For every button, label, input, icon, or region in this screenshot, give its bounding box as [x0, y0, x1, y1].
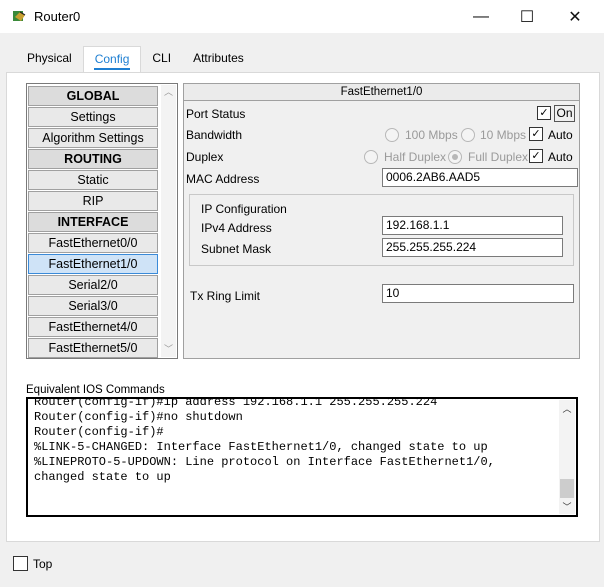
sidebar-list: GLOBAL Settings Algorithm Settings ROUTI…	[28, 85, 159, 358]
sidebar-item-algorithm-settings[interactable]: Algorithm Settings	[28, 128, 158, 148]
bandwidth-100-radio[interactable]	[385, 128, 399, 142]
tx-ring-limit-label: Tx Ring Limit	[190, 289, 261, 303]
duplex-auto-checkbox[interactable]: ✓	[529, 149, 543, 163]
ios-line: changed state to up	[34, 470, 171, 484]
bandwidth-10-radio[interactable]	[461, 128, 475, 142]
panel-title: FastEthernet1/0	[184, 84, 579, 101]
sidebar-item-fastethernet5-0[interactable]: FastEthernet5/0	[28, 338, 158, 358]
minimize-button[interactable]: —	[458, 0, 504, 33]
duplex-auto-label: Auto	[548, 150, 573, 164]
window-title: Router0	[34, 9, 81, 24]
title-bar: Router0 — ☐ ✕	[0, 0, 604, 33]
ios-line: Router(config-if)#no shutdown	[34, 410, 243, 424]
half-duplex-label: Half Duplex	[384, 150, 447, 164]
scroll-up-icon[interactable]: ︿	[559, 402, 575, 416]
sidebar-item-serial3-0[interactable]: Serial3/0	[28, 296, 158, 316]
scroll-down-icon[interactable]: ﹀	[161, 342, 176, 357]
bandwidth-auto-label: Auto	[548, 128, 573, 142]
minimize-icon: —	[473, 7, 489, 25]
ip-configuration-title: IP Configuration	[201, 202, 287, 216]
ios-console-text: Router(config-if)#ip address 192.168.1.1…	[34, 397, 495, 485]
scroll-down-icon[interactable]: ﹀	[559, 500, 575, 514]
ios-line: Router(config-if)#	[34, 425, 164, 439]
tab-attributes[interactable]: Attributes	[182, 46, 255, 72]
bandwidth-auto-checkbox[interactable]: ✓	[529, 127, 543, 141]
scroll-up-icon[interactable]: ︿	[161, 85, 176, 100]
sidebar-item-fastethernet0-0[interactable]: FastEthernet0/0	[28, 233, 158, 253]
console-scrollbar[interactable]: ︿ ﹀	[559, 400, 575, 514]
sidebar-scrollbar[interactable]: ︿ ﹀	[161, 85, 176, 357]
duplex-label: Duplex	[186, 150, 224, 164]
top-checkbox[interactable]	[13, 556, 28, 571]
maximize-icon: ☐	[519, 8, 535, 26]
ios-line: %LINK-5-CHANGED: Interface FastEthernet1…	[34, 440, 488, 454]
sidebar-header-global: GLOBAL	[28, 86, 158, 106]
checkmark-icon: ✓	[531, 150, 541, 162]
mac-address-label: MAC Address	[186, 172, 260, 186]
ipv4-address-input[interactable]	[382, 216, 563, 235]
sidebar-item-static[interactable]: Static	[28, 170, 158, 190]
sidebar-header-routing: ROUTING	[28, 149, 158, 169]
sidebar-item-fastethernet4-0[interactable]: FastEthernet4/0	[28, 317, 158, 337]
full-duplex-radio[interactable]	[448, 150, 462, 164]
subnet-mask-input[interactable]	[382, 238, 563, 257]
bandwidth-label: Bandwidth	[186, 128, 243, 142]
sidebar-item-settings[interactable]: Settings	[28, 107, 158, 127]
mac-address-input[interactable]	[382, 168, 578, 187]
bandwidth-10-label: 10 Mbps	[480, 128, 527, 142]
checkmark-icon: ✓	[531, 128, 541, 140]
ios-commands-label: Equivalent IOS Commands	[26, 384, 165, 396]
port-status-checkbox[interactable]: ✓	[537, 106, 551, 120]
sidebar: GLOBAL Settings Algorithm Settings ROUTI…	[26, 83, 178, 359]
sidebar-item-serial2-0[interactable]: Serial2/0	[28, 275, 158, 295]
ipv4-address-label: IPv4 Address	[201, 221, 272, 235]
close-button[interactable]: ✕	[552, 0, 598, 33]
ios-commands-console[interactable]: Router(config-if)#ip address 192.168.1.1…	[26, 397, 578, 517]
full-duplex-label: Full Duplex	[468, 150, 529, 164]
scroll-thumb[interactable]	[560, 479, 574, 498]
tab-cli[interactable]: CLI	[141, 46, 182, 72]
bandwidth-100-label: 100 Mbps	[405, 128, 458, 142]
port-status-label: Port Status	[186, 107, 246, 121]
maximize-button[interactable]: ☐	[504, 0, 550, 33]
half-duplex-radio[interactable]	[364, 150, 378, 164]
tx-ring-limit-input[interactable]	[382, 284, 574, 303]
ios-line: %LINEPROTO-5-UPDOWN: Line protocol on In…	[34, 455, 495, 469]
subnet-mask-label: Subnet Mask	[201, 242, 272, 256]
tab-physical[interactable]: Physical	[16, 46, 83, 72]
port-status-on-label: On	[554, 105, 575, 122]
ios-line: Router(config-if)#ip address 192.168.1.1…	[34, 397, 438, 409]
sidebar-item-rip[interactable]: RIP	[28, 191, 158, 211]
tab-config[interactable]: Config	[82, 46, 142, 73]
sidebar-item-fastethernet1-0[interactable]: FastEthernet1/0	[28, 254, 158, 274]
checkmark-icon: ✓	[539, 107, 549, 119]
sidebar-header-interface: INTERFACE	[28, 212, 158, 232]
tab-bar: Physical Config CLI Attributes	[16, 46, 255, 73]
top-label: Top	[33, 557, 53, 571]
router-icon	[13, 11, 26, 21]
close-icon: ✕	[568, 8, 582, 26]
